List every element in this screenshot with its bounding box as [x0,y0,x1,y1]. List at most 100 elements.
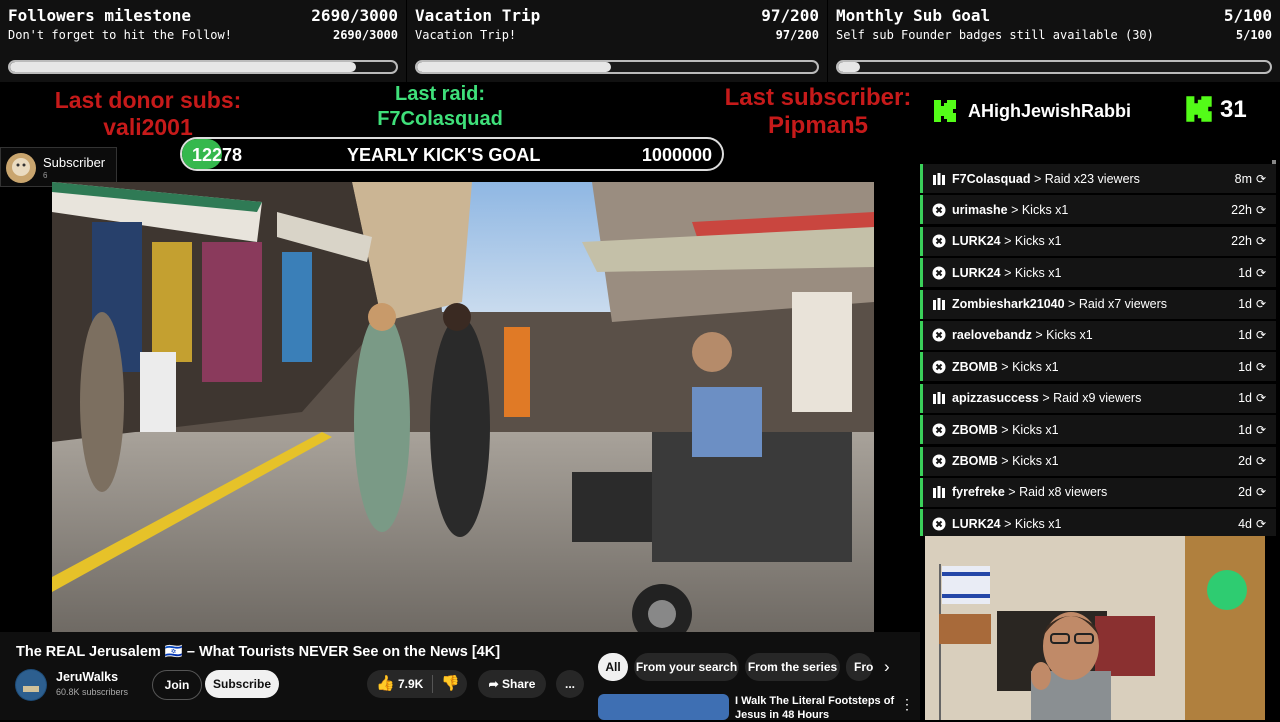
like-icon[interactable]: 👍 [376,670,395,698]
chip-from-series[interactable]: From the series [745,653,840,681]
event-text: F7Colasquad > Raid x23 viewers [952,172,1235,186]
goal-title: Monthly Sub Goal [836,6,991,25]
kick-icon [932,454,946,468]
join-button[interactable]: Join [152,670,202,700]
replay-icon[interactable]: ⟳ [1256,360,1270,374]
goal-title: Followers milestone [8,6,192,25]
goal-count-secondary: 5/100 [1235,28,1272,42]
event-separator: > [1000,516,1015,531]
event-row: fyrefreke > Raid x8 viewers 2d ⟳ [920,477,1276,507]
event-row: Zombieshark21040 > Raid x7 viewers 1d ⟳ [920,289,1276,319]
goal-count: 5/100 [1223,6,1272,25]
like-dislike-group: 👍 7.9K 👎 [367,670,467,698]
event-text: urimashe > Kicks x1 [952,203,1231,217]
chip-from-search[interactable]: From your search [634,653,739,681]
chip-truncated[interactable]: Fro [846,653,873,681]
event-text: raelovebandz > Kicks x1 [952,328,1238,342]
event-action: Kicks x1 [1014,265,1062,280]
kick-icon [932,234,946,248]
event-separator: > [1007,202,1022,217]
event-text: LURK24 > Kicks x1 [952,517,1238,531]
replay-icon[interactable]: ⟳ [1256,297,1270,311]
replay-icon[interactable]: ⟳ [1256,423,1270,437]
video-title: The REAL Jerusalem 🇮🇱 – What Tourists NE… [16,644,501,660]
event-text: LURK24 > Kicks x1 [952,266,1238,280]
subscriber-badge: Subscriber 6 [0,147,117,187]
kick-username: AHighJewishRabbi [968,101,1132,121]
replay-icon[interactable]: ⟳ [1256,454,1270,468]
yearly-goal-label: YEARLY KICK'S GOAL [347,145,541,165]
kick-icon [932,423,946,437]
replay-icon[interactable]: ⟳ [1256,328,1270,342]
event-time: 1d [1238,359,1252,374]
goal-progress-fill [838,62,860,72]
goal-count: 97/200 [761,6,819,25]
event-user: Zombieshark21040 [952,297,1065,312]
event-user: LURK24 [952,516,1001,531]
replay-icon[interactable]: ⟳ [1256,517,1270,531]
event-separator: > [1004,485,1020,500]
like-count[interactable]: 7.9K [398,670,423,698]
dislike-icon[interactable]: 👎 [441,670,460,698]
event-separator: > [1064,297,1079,312]
goal-subtitle: Vacation Trip! [415,28,517,42]
event-text: ZBOMB > Kicks x1 [952,423,1238,437]
goal-progress-bar [8,60,398,74]
share-button[interactable]: ➦ Share [478,670,546,698]
channel-avatar-icon[interactable] [15,669,47,701]
last-donor-label: Last donor subs: [54,87,242,113]
event-row: F7Colasquad > Raid x23 viewers 8m ⟳ [920,164,1276,193]
yearly-goal-current: 12278 [192,145,243,165]
webcam-feed [925,536,1265,720]
recommended-title[interactable]: I Walk The Literal Footsteps of Jesus in… [735,694,895,722]
event-list: F7Colasquad > Raid x23 viewers 8m ⟳ urimash… [920,160,1276,536]
event-time: 2d [1238,485,1252,500]
share-label: Share [502,677,536,691]
event-user: LURK24 [952,265,1001,280]
recommended-menu-icon[interactable]: ⋮ [900,696,914,713]
event-time: 1d [1238,297,1252,312]
event-row: LURK24 > Kicks x1 1d ⟳ [920,258,1276,288]
event-separator: > [1000,265,1015,280]
kick-header: AHighJewishRabbi 31 [922,82,1280,157]
event-separator: > [1030,171,1045,186]
replay-icon[interactable]: ⟳ [1256,485,1270,499]
event-user: fyrefreke [952,485,1005,500]
youtube-info-bar: The REAL Jerusalem 🇮🇱 – What Tourists NE… [0,632,920,722]
replay-icon[interactable]: ⟳ [1256,203,1270,217]
event-user: apizzasuccess [952,391,1039,406]
subscriber-label: Subscriber [43,155,106,170]
share-icon: ➦ [488,677,503,691]
more-actions-button[interactable]: ... [556,670,584,698]
replay-icon[interactable]: ⟳ [1256,391,1270,405]
channel-subscribers: 60.8K subscribers [56,687,129,697]
event-action: Raid x9 viewers [1053,391,1142,406]
video-player[interactable] [52,182,874,632]
subscriber-count: 6 [43,171,48,180]
event-time: 2d [1238,454,1252,469]
replay-icon[interactable]: ⟳ [1256,234,1270,248]
replay-icon[interactable]: ⟳ [1256,172,1270,186]
recommended-thumbnail[interactable] [598,694,729,720]
event-time: 22h [1231,234,1252,249]
event-user: F7Colasquad [952,171,1031,186]
event-time: 8m [1234,171,1252,186]
goal-count-secondary: 2690/3000 [332,28,398,42]
replay-icon[interactable]: ⟳ [1256,266,1270,280]
subscribe-button[interactable]: Subscribe [205,670,279,698]
goal-progress-fill [10,62,357,72]
event-text: LURK24 > Kicks x1 [952,234,1231,248]
chip-all[interactable]: All [598,653,628,681]
chevron-right-icon[interactable]: › [884,657,890,677]
yearly-kicks-goal: 12278 YEARLY KICK'S GOAL 1000000 [180,137,724,171]
channel-name[interactable]: JeruWalks [56,670,118,684]
raid-icon [932,172,946,186]
followers-goal-panel: Followers milestone 2690/3000 Don't forge… [0,0,406,82]
like-divider [432,675,433,693]
kick-count: 31 [1220,96,1247,123]
event-row: LURK24 > Kicks x1 4d ⟳ [920,509,1276,536]
vacation-goal-panel: Vacation Trip 97/200 Vacation Trip! 97/200 [407,0,827,82]
video-frame-image [52,182,874,632]
goal-subtitle: Don't forget to hit the Follow! [8,28,232,42]
event-feed: F7Colasquad > Raid x23 viewers 8m ⟳ urimash… [920,160,1276,536]
